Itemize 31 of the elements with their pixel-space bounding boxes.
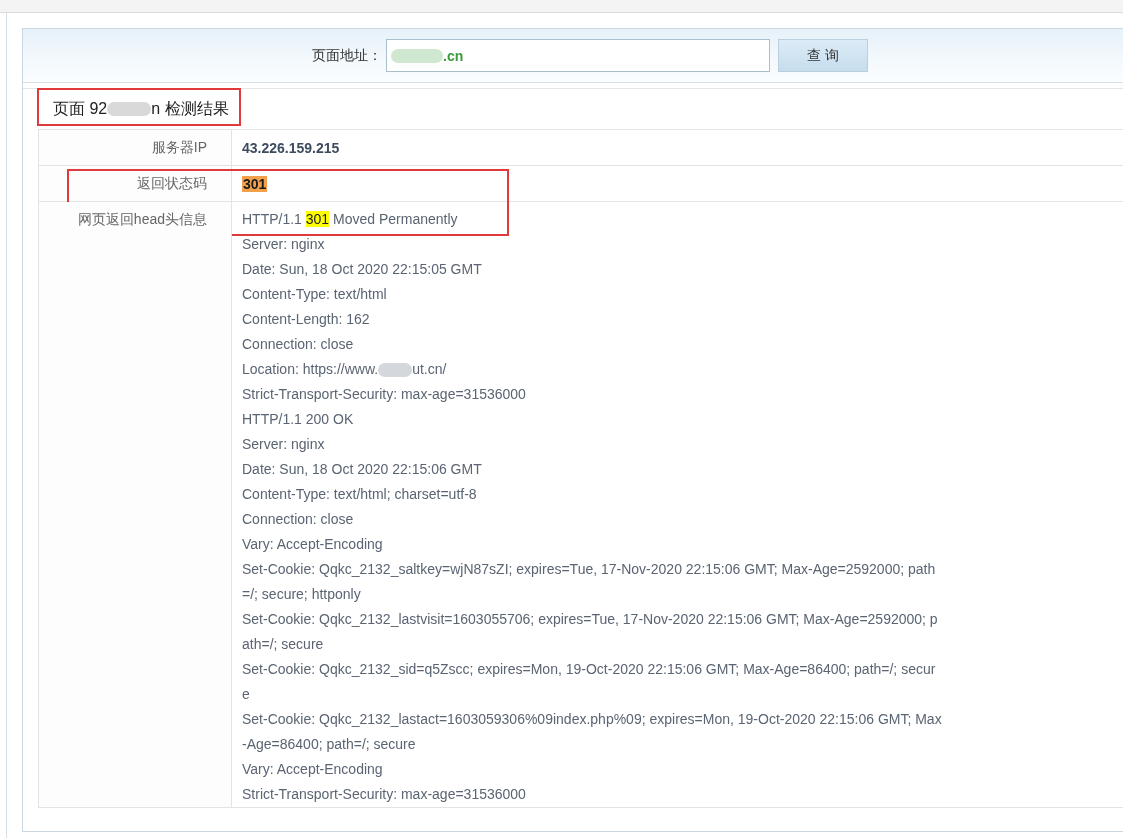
row-label: 服务器IP [151,138,207,157]
header-line: Set-Cookie: Qqkc_2132_saltkey=wjN87sZI; expires=Tue, 17-Nov-2020 22:15:06 GMT; Max-Age=2592000; path=/; secure; httponly [242,560,937,604]
row-label: 网页返回head头信息 [77,210,207,229]
header-text: ut.cn/ [412,360,447,379]
header-line: Content-Type: text/html [242,285,388,304]
result-title: n 检测结果 [151,98,229,119]
header-line: Strict-Transport-Security: max-age=31536000 [242,785,527,804]
header-line: Vary: Accept-Encoding [242,535,384,554]
header-line: Content-Length: 162 [242,310,371,329]
header-line: HTTP/1.1 301 Moved Permanently [242,210,459,229]
header-line: Server: nginx [242,235,326,254]
header-line: Set-Cookie: Qqkc_2132_lastvisit=1603055706; expires=Tue, 17-Nov-2020 22:15:06 GMT; Max-Age=2592000; path=/; secure [242,610,939,654]
header-line: Content-Type: text/html; charset=utf-8 [242,485,478,504]
blur-mark [378,362,413,377]
status-code: 301 [242,175,268,192]
header-line: Server: nginx [242,435,326,454]
header-line: Vary: Accept-Encoding [242,760,384,779]
header-line: Set-Cookie: Qqkc_2132_sid=q5Zscc; expires=Mon, 19-Oct-2020 22:15:06 GMT; Max-Age=86400; path=/; secure [242,660,937,704]
result-title: 页面 92 [53,98,108,119]
address-label: 页面地址： [312,46,383,65]
query-button[interactable]: 查 询 [778,39,868,72]
header-line: Strict-Transport-Security: max-age=31536000 [242,385,527,404]
header-line: HTTP/1.1 200 OK [242,410,355,429]
row-label: 返回状态码 [137,174,207,193]
header-line: Connection: close [242,510,355,529]
header-line: Date: Sun, 18 Oct 2020 22:15:05 GMT [242,260,483,279]
header-line: Set-Cookie: Qqkc_2132_lastact=1603059306%09index.php%09; expires=Mon, 19-Oct-2020 22:15:06 GMT; Max-Age=86400; path=/; secure [242,710,942,754]
ip-address: 43.226.159.215 [242,139,340,156]
header-line: Date: Sun, 18 Oct 2020 22:15:06 GMT [242,460,483,479]
header-text: Location: https://www. [242,360,379,379]
header-line: Connection: close [242,335,355,354]
